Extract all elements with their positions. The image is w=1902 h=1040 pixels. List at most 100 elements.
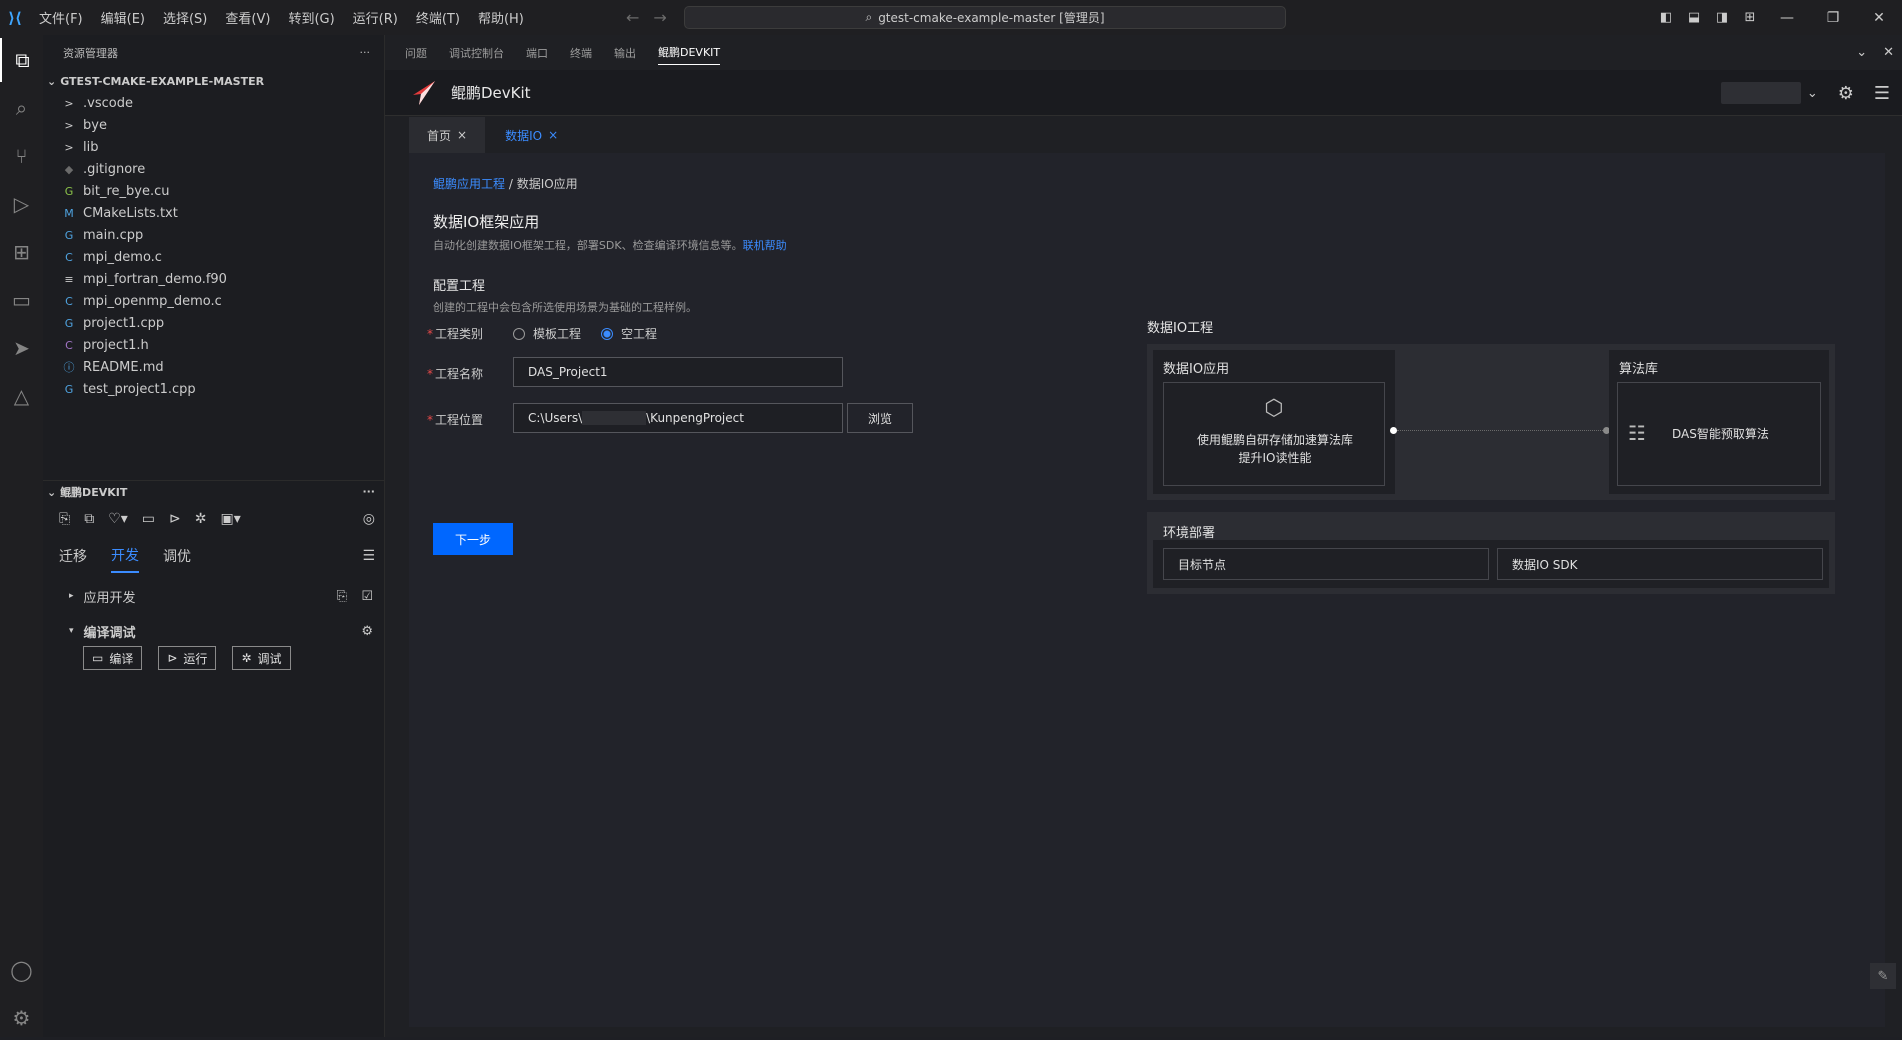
row-app-dev[interactable]: ▸ 应用开发 ⎘ ☑ [43,576,385,616]
chevron-right-icon: > [64,118,74,132]
file-tree-item[interactable]: Gbit_re_bye.cu [43,180,384,202]
panel-tab-terminal[interactable]: 终端 [570,45,592,61]
panel-tab-ports[interactable]: 端口 [526,45,548,61]
file-tree-item[interactable]: Gtest_project1.cpp [43,378,384,400]
radio-template[interactable]: 模板工程 [513,325,581,342]
restore-icon[interactable]: ❐ [1810,10,1856,26]
file-tree-item[interactable]: > .vscode [43,92,384,114]
run-button[interactable]: ⊳ 运行 [158,646,217,670]
file-tree-item[interactable]: Gmain.cpp [43,224,384,246]
help-link[interactable]: 联机帮助 [743,239,787,252]
panel-tab-debug-console[interactable]: 调试控制台 [449,45,504,61]
feedback-edit-icon[interactable]: ✎ [1870,963,1896,989]
manage-gear-icon[interactable]: ⚙ [0,996,43,1040]
file-tree-item[interactable]: Cmpi_openmp_demo.c [43,290,384,312]
close-icon[interactable]: × [457,128,467,142]
menu-file[interactable]: 文件(F) [30,8,92,27]
breadcrumb-link[interactable]: 鲲鹏应用工程 [433,177,505,191]
file-tree-item[interactable]: > bye [43,114,384,136]
extensions-icon[interactable]: ⊞ [0,230,43,274]
menu-run[interactable]: 运行(R) [344,8,407,27]
tab-tune[interactable]: 调优 [163,540,191,572]
menu-view[interactable]: 查看(V) [216,8,279,27]
play-circle-icon[interactable]: ⊳ [169,511,181,527]
panel-tab-devkit[interactable]: 鲲鹏DEVKIT [658,44,721,65]
minimize-icon[interactable]: — [1764,10,1810,26]
toggle-sidebar-icon[interactable]: ◧ [1652,10,1680,25]
project-location-input[interactable]: C:\Users\ \KunpengProject [513,403,843,433]
edit-check-icon[interactable]: ☑ [361,589,373,604]
devkit-section-header[interactable]: ⌄ 鲲鹏DEVKIT ··· [43,480,385,502]
diagram-box: 数据IO应用 ⬡ 使用鲲鹏自研存储加速算法库 提升IO读性能 算法库 ☷ DAS… [1147,344,1835,500]
chevron-down-icon[interactable]: ⌄ [1856,45,1867,60]
devkit-icon[interactable]: ➤ [0,326,43,370]
close-window-icon[interactable]: ✕ [1856,10,1902,26]
tab-develop[interactable]: 开发 [111,539,139,573]
file-tree-label: bye [83,117,107,133]
file-tree-item[interactable]: Gproject1.cpp [43,312,384,334]
file-tree-item[interactable]: ≡ mpi_fortran_demo.f90 [43,268,384,290]
heart-dropdown-icon[interactable]: ♡▾ [108,511,128,527]
menu-selection[interactable]: 选择(S) [154,8,216,27]
menu-edit[interactable]: 编辑(E) [92,8,154,27]
debug-button[interactable]: ✲ 调试 [232,646,291,670]
tab-migrate[interactable]: 迁移 [59,540,87,572]
search-activity-icon[interactable]: ⌕ [0,86,43,130]
browse-button[interactable]: 浏览 [847,403,913,433]
explorer-icon[interactable]: ⧉ [0,38,43,82]
file-tree-item[interactable]: ⓘ README.md [43,356,384,378]
config-title: 配置工程 [433,279,486,294]
hamburger-menu-icon[interactable]: ☰ [1874,83,1890,104]
more-actions-icon[interactable]: ··· [360,46,371,59]
menu-go[interactable]: 转到(G) [279,8,343,27]
file-tree-item[interactable]: ◆ .gitignore [43,158,384,180]
source-control-icon[interactable]: ⑂ [0,134,43,178]
user-circle-icon[interactable]: ◎ [363,511,375,527]
toggle-panel-icon[interactable]: ⬓ [1680,10,1708,25]
toggle-secondary-sidebar-icon[interactable]: ◨ [1708,10,1736,25]
new-file-icon[interactable]: ⎘ [59,511,70,527]
settings-gear-icon[interactable]: ⚙ [361,624,373,639]
tab-home[interactable]: 首页 × [409,117,486,153]
menu-help[interactable]: 帮助(H) [469,8,533,27]
chevron-down-icon[interactable]: ⌄ [1807,86,1818,101]
copy-icon[interactable]: ⧉ [84,511,94,527]
project-name-input[interactable]: DAS_Project1 [513,357,843,387]
devkit-tools-icon[interactable]: △ [0,374,43,418]
file-tree-item[interactable]: Cproject1.h [43,334,384,356]
customize-layout-icon[interactable]: ⊞ [1736,10,1764,25]
workspace-root[interactable]: ⌄ GTEST-CMAKE-EXAMPLE-MASTER [43,70,384,92]
panel-tab-problems[interactable]: 问题 [405,45,427,61]
row-compile-debug[interactable]: ▾ 编译调试 ⚙ [43,616,385,646]
file-tree-item[interactable]: Cmpi_demo.c [43,246,384,268]
monitor-dropdown-icon[interactable]: ▣▾ [220,511,240,527]
masked-username [582,411,647,425]
close-panel-icon[interactable]: ✕ [1883,45,1894,60]
env-title: 环境部署 [1163,526,1216,541]
file-tree-item[interactable]: > lib [43,136,384,158]
compile-button[interactable]: ▭ 编译 [83,646,143,670]
forward-arrow-icon[interactable]: → [653,8,666,27]
remote-explorer-icon[interactable]: ▭ [0,278,43,322]
menu-terminal[interactable]: 终端(T) [407,8,469,27]
file-tree-item[interactable]: M CMakeLists.txt [43,202,384,224]
panel-tab-output[interactable]: 输出 [614,45,636,61]
new-project-icon[interactable]: ⎘ [337,589,347,604]
user-name-masked[interactable] [1720,82,1801,104]
tab-data-io[interactable]: 数据IO × [487,117,577,153]
file-tree-label: main.cpp [83,227,144,243]
next-button[interactable]: 下一步 [433,523,513,555]
file-type-icon: C [65,250,73,264]
settings-gear-icon[interactable]: ⚙ [1838,83,1854,104]
code-window-icon[interactable]: ▭ [142,511,155,527]
run-debug-icon[interactable]: ▷ [0,182,43,226]
list-view-icon[interactable]: ☰ [362,548,375,564]
back-arrow-icon[interactable]: ← [626,8,639,27]
more-actions-icon[interactable]: ··· [362,485,375,498]
account-icon[interactable]: ◯ [0,948,43,992]
bug-icon[interactable]: ✲ [195,511,207,527]
close-icon[interactable]: × [548,128,558,142]
env-inner: 目标节点 数据IO SDK [1153,540,1829,588]
command-center[interactable]: ⌕ gtest-cmake-example-master [管理员] [684,6,1286,29]
radio-empty[interactable]: 空工程 [601,325,657,342]
